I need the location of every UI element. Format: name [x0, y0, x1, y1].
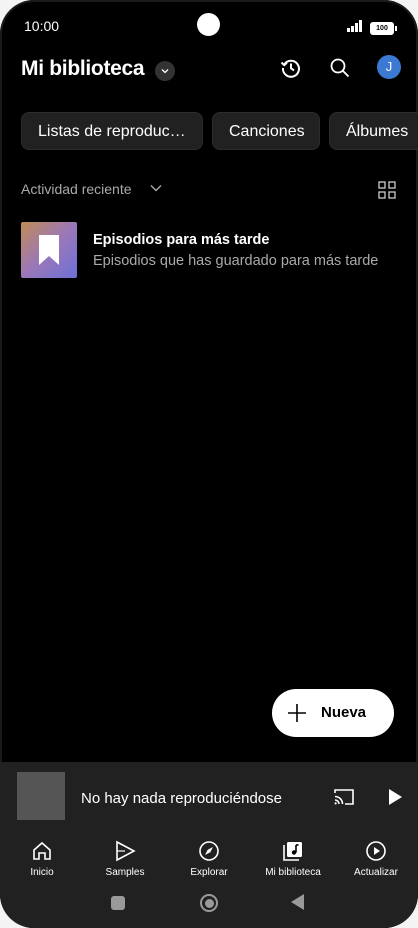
grid-view-icon[interactable] [378, 181, 396, 199]
plus-icon [288, 704, 306, 722]
history-button[interactable] [278, 55, 304, 81]
nav-item-library[interactable]: Mi biblioteca [253, 840, 333, 884]
status-time: 10:00 [24, 18, 60, 34]
page-title: Mi biblioteca [21, 57, 145, 80]
chevron-down-icon [161, 69, 169, 74]
recent-activity-sort: Actividad reciente [21, 178, 401, 202]
item-thumbnail [21, 222, 77, 278]
search-icon [330, 58, 350, 78]
item-subtitle: Episodios que has guardado para más tard… [93, 253, 379, 269]
mini-player[interactable]: No hay nada reproduciéndose [0, 762, 418, 834]
nav-item-explore[interactable]: Explorar [169, 840, 249, 884]
new-button-label: Nueva [321, 704, 367, 721]
nav-label: Samples [105, 867, 145, 878]
nav-item-samples[interactable]: Samples [85, 840, 165, 884]
nav-item-upgrade[interactable]: Actualizar [336, 840, 416, 884]
chip-playlists[interactable]: Listas de reproduc… [21, 112, 203, 150]
samples-icon [116, 840, 136, 862]
status-bar: 10:00 100 [0, 0, 418, 54]
nav-item-home[interactable]: Inicio [2, 840, 82, 884]
home-icon [33, 841, 51, 860]
library-icon [283, 842, 302, 861]
mini-player-thumbnail [17, 772, 65, 820]
library-dropdown-button[interactable] [155, 61, 175, 81]
search-button[interactable] [327, 55, 353, 81]
new-button[interactable]: Nueva [272, 689, 394, 737]
app-header: Mi biblioteca J [0, 52, 418, 92]
avatar[interactable]: J [377, 55, 401, 79]
chip-songs[interactable]: Canciones [212, 112, 320, 150]
bookmark-icon [39, 235, 59, 265]
bottom-nav: Inicio Samples Explorar Mi biblioteca Ac… [0, 834, 418, 884]
mini-player-title: No hay nada reproduciéndose [81, 790, 282, 807]
recent-activity-label[interactable]: Actividad reciente [21, 181, 132, 197]
list-item[interactable]: Episodios para más tarde Episodios que h… [21, 222, 401, 278]
nav-label: Explorar [190, 867, 228, 878]
history-icon [280, 59, 300, 78]
nav-label: Inicio [30, 867, 54, 878]
filter-chips: Listas de reproduc… Canciones Álbumes [21, 112, 418, 152]
home-button[interactable] [200, 894, 218, 912]
item-title: Episodios para más tarde [93, 232, 270, 248]
recents-button[interactable] [111, 896, 125, 910]
phone-screen: 10:00 100 Mi biblioteca J Listas de repr… [0, 0, 418, 928]
signal-icon [347, 20, 365, 32]
nav-label: Mi biblioteca [265, 867, 321, 878]
play-icon[interactable] [386, 787, 404, 807]
upgrade-icon [366, 841, 386, 861]
nav-label: Actualizar [354, 867, 398, 878]
chevron-down-icon[interactable] [148, 180, 164, 196]
system-navigation-bar [0, 884, 418, 928]
cast-icon[interactable] [333, 787, 355, 807]
chip-albums[interactable]: Álbumes [329, 112, 418, 150]
battery-icon: 100 [370, 22, 397, 35]
compass-icon [199, 841, 219, 861]
back-button[interactable] [291, 894, 304, 910]
front-camera [197, 13, 220, 36]
